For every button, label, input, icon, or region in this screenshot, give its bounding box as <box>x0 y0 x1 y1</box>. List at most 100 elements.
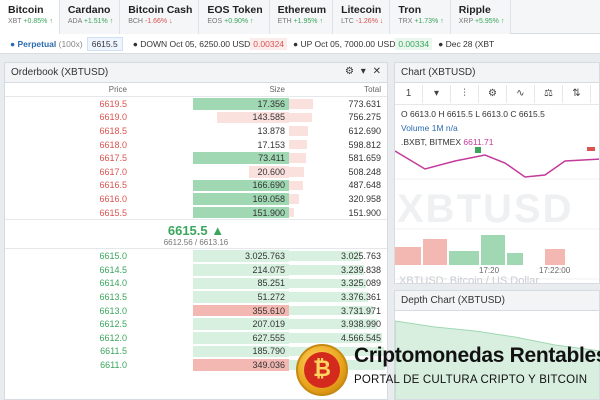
total-bar <box>289 112 313 123</box>
total-cell: 612.690 <box>289 124 385 138</box>
price-cell: 6618.0 <box>99 139 127 150</box>
total-cell: 3.239.838 <box>289 263 385 277</box>
ask-row[interactable]: 6615.5 151.900 151.900 <box>5 206 387 220</box>
total-bar <box>289 166 305 177</box>
ask-row[interactable]: 6619.0 143.585 756.275 <box>5 111 387 125</box>
bid-row[interactable]: 6614.0 85.251 3.325.089 <box>5 277 387 291</box>
down-contract[interactable]: ● DOWN Oct 05, 6250.00 USD <box>133 39 251 49</box>
total-cell: 320.958 <box>289 192 385 206</box>
tab-sub: ADA +1.51% ↑ <box>68 17 113 27</box>
ask-row[interactable]: 6617.5 73.411 581.659 <box>5 151 387 165</box>
tab-tron[interactable]: Tron TRX +1.73% ↑ <box>390 0 451 34</box>
tab-code: TRX <box>398 18 413 25</box>
total-cell: 773.631 <box>289 97 385 111</box>
ask-row[interactable]: 6616.0 169.058 320.958 <box>5 192 387 206</box>
tab-sub: XRP +5.95% ↑ <box>459 17 505 27</box>
price-chart[interactable]: 17:20 17:22:00 <box>395 139 600 284</box>
dec-contract[interactable]: ● Dec 28 (XBT <box>438 39 494 49</box>
tab-eos-token[interactable]: EOS Token EOS +0.90% ↑ <box>199 0 270 34</box>
bid-row[interactable]: 6613.5 51.272 3.376.361 <box>5 290 387 304</box>
candle <box>587 147 595 151</box>
chart-watermark-sub: XBTUSD: Bitcoin / US Dollar <box>399 275 539 284</box>
bid-row[interactable]: 6615.0 3.025.763 3.025.763 <box>5 249 387 263</box>
orderbook-title: Orderbook (XBTUSD) <box>11 67 109 78</box>
bid-row[interactable]: 6614.5 214.075 3.239.838 <box>5 263 387 277</box>
chevron-down-icon[interactable]: ▾ <box>361 66 366 77</box>
tab-name: Ethereum <box>277 4 327 16</box>
chart-volume: Volume 1M n/a <box>401 123 458 133</box>
site-logo: ₿ Criptomonedas Rentables PORTAL DE CULT… <box>296 338 600 400</box>
total-cell: 3.938.990 <box>289 317 385 331</box>
tab-sub: BCH -1.66% ↓ <box>128 17 192 27</box>
size-cell: 17.153 <box>257 139 285 150</box>
total-cell: 598.812 <box>289 138 385 152</box>
size-cell: 169.058 <box>129 192 289 206</box>
size-cell: 85.251 <box>129 277 289 291</box>
candles-icon[interactable]: ⫶ <box>451 84 479 103</box>
close-icon[interactable]: ✕ <box>373 66 381 77</box>
mark-index-price: 6612.56 / 6613.16 <box>163 238 229 248</box>
size-cell: 17.356 <box>129 97 289 111</box>
last-price: 6615.5 ▲ <box>167 223 225 239</box>
tab-sub: ETH +1.95% ↑ <box>278 17 326 27</box>
price-cell: 6612.5 <box>99 319 127 330</box>
tab-name: Bitcoin <box>8 4 44 16</box>
price-cell: 6613.0 <box>99 305 127 316</box>
orderbook-header: Orderbook (XBTUSD) ⚙ ▾ ✕ <box>5 63 387 83</box>
tab-change: +1.73% <box>414 18 439 25</box>
price-cell: 6617.0 <box>99 166 127 177</box>
ask-row[interactable]: 6617.0 20.600 508.248 <box>5 165 387 179</box>
gear-icon[interactable]: ⚙ <box>345 66 354 77</box>
tab-litecoin[interactable]: Litecoin LTC -1.26% ↓ <box>333 0 391 34</box>
tab-bitcoin-cash[interactable]: Bitcoin Cash BCH -1.66% ↓ <box>120 0 200 34</box>
candle <box>475 147 481 153</box>
indicator-icon[interactable]: ∿ <box>507 84 535 103</box>
size-cell: 207.019 <box>129 317 289 331</box>
price-cell: 6617.5 <box>99 153 127 164</box>
ask-row[interactable]: 6616.5 166.690 487.648 <box>5 179 387 193</box>
orderbook-columns: Price Size Total <box>5 83 387 97</box>
tab-name: Tron <box>398 4 422 16</box>
arrow-up-icon: ▲ <box>211 223 225 239</box>
volume-bar <box>449 251 479 265</box>
total-cell: 3.376.361 <box>289 290 385 304</box>
index-line <box>395 150 599 178</box>
price-cell: 6612.0 <box>99 332 127 343</box>
gear-icon[interactable]: ⚙ <box>479 84 507 103</box>
ask-row[interactable]: 6618.0 17.153 598.812 <box>5 138 387 152</box>
total-bar <box>289 194 299 204</box>
ask-row[interactable]: 6619.5 17.356 773.631 <box>5 97 387 111</box>
up-contract[interactable]: ● UP Oct 05, 7000.00 USD <box>293 39 395 49</box>
time-label: 17:22:00 <box>539 266 571 275</box>
tab-change: +1.95% <box>293 18 318 25</box>
total-bar <box>289 126 309 136</box>
tab-sub: EOS +0.90% ↑ <box>207 17 262 27</box>
price-cell: 6616.5 <box>99 180 127 191</box>
total-bar <box>289 153 307 163</box>
total-cell: 151.900 <box>289 206 385 220</box>
volume-bar <box>545 249 565 265</box>
interval-button[interactable]: 1 <box>395 84 423 103</box>
tab-bitcoin[interactable]: Bitcoin XBT +0.85% ↑ <box>0 0 60 34</box>
bid-row[interactable]: 6612.5 207.019 3.938.990 <box>5 317 387 331</box>
tab-change: +1.51% <box>83 18 108 25</box>
bid-row[interactable]: 6613.0 355.610 3.731.971 <box>5 304 387 318</box>
tab-ethereum[interactable]: Ethereum ETH +1.95% ↑ <box>269 0 334 34</box>
col-size: Size <box>269 85 285 94</box>
tab-code: XRP <box>458 18 473 25</box>
chart-title: Chart (XBTUSD) <box>401 67 476 78</box>
tab-code: BCH <box>128 18 143 25</box>
ask-row[interactable]: 6618.5 13.878 612.690 <box>5 124 387 138</box>
tab-ripple[interactable]: Ripple XRP +5.95% ↑ <box>450 0 512 34</box>
price-cell: 6619.5 <box>99 98 127 109</box>
chevron-down-icon[interactable]: ▾ <box>423 84 451 103</box>
total-cell: 756.275 <box>289 111 385 125</box>
time-label: 17:20 <box>479 266 500 275</box>
perpetual-contract[interactable]: ● Perpetual (100x) <box>0 39 83 49</box>
tab-cardano[interactable]: Cardano ADA +1.51% ↑ <box>59 0 121 34</box>
compare-icon[interactable]: ⇅ <box>563 84 591 103</box>
scale-icon[interactable]: ⚖ <box>535 84 563 103</box>
price-cell: 6613.5 <box>99 291 127 302</box>
asks-list: 6619.5 17.356 773.631 6619.0 143.585 756.275 6… <box>5 97 387 219</box>
tab-code: ETH <box>277 18 292 25</box>
